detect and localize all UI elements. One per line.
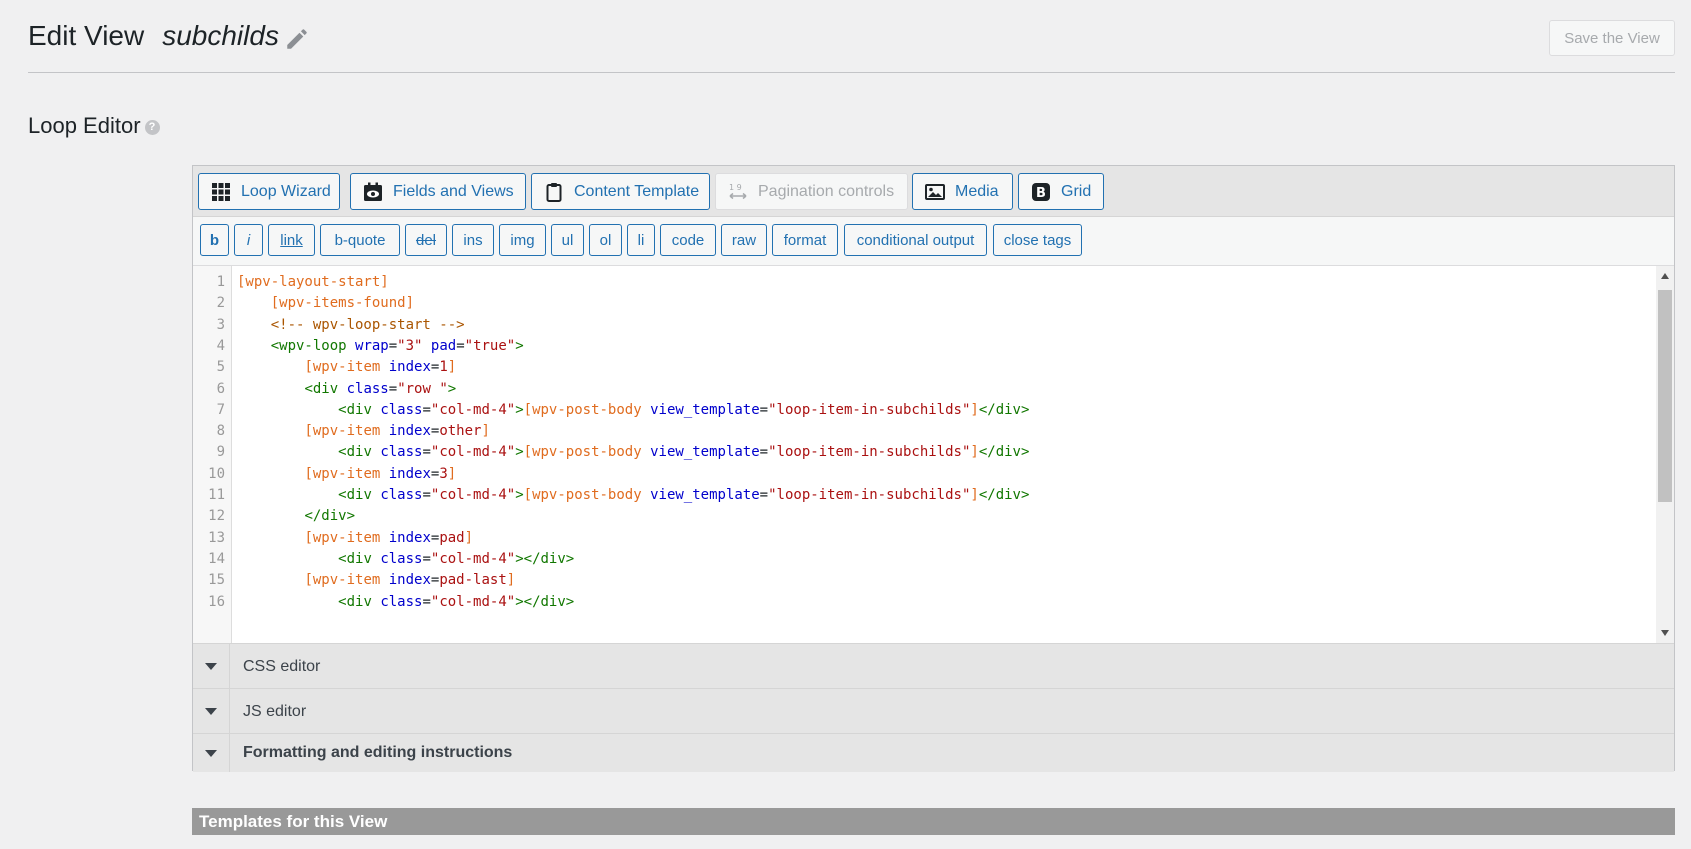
js-editor-caret <box>193 689 230 734</box>
qt-italic-button[interactable]: i <box>234 224 263 256</box>
line-number: 16 <box>208 593 225 610</box>
code-text[interactable]: [wpv-item index=1] <box>237 356 456 379</box>
line-number: 10 <box>208 465 225 482</box>
line-number: 1 <box>216 274 225 290</box>
line-number: 8 <box>216 423 225 440</box>
pencil-icon[interactable] <box>284 26 310 52</box>
line-number: 12 <box>208 508 225 525</box>
loop-wizard-button[interactable]: Loop Wizard <box>198 173 340 210</box>
fields-and-views-label: Fields and Views <box>393 182 514 200</box>
qt-bquote-button[interactable]: b-quote <box>320 224 400 256</box>
line-number: 6 <box>216 380 225 397</box>
qt-del-button[interactable]: del <box>405 224 447 256</box>
code-text[interactable]: <div class="col-md-4">[wpv-post-body vie… <box>237 399 1029 422</box>
header-divider <box>28 72 1675 73</box>
loop-editor-title-text: Loop Editor <box>28 113 141 138</box>
code-text[interactable]: <wpv-loop wrap="3" pad="true"> <box>237 335 524 358</box>
line-number: 5 <box>216 359 225 376</box>
fields-and-views-button[interactable]: Fields and Views <box>350 173 526 210</box>
line-number: 15 <box>208 572 225 589</box>
formatting-instructions-caret <box>193 734 230 772</box>
code-text[interactable]: [wpv-item index=3] <box>237 463 456 486</box>
code-editor[interactable]: 1 [wpv-layout-start] 2 [wpv-items-found] 3 … <box>193 266 1674 643</box>
qt-format-button[interactable]: format <box>772 224 838 256</box>
help-icon[interactable]: ? <box>144 119 160 135</box>
code-text[interactable]: <div class="col-md-4"></div> <box>237 548 574 571</box>
loop-editor-title: Loop Editor? <box>28 112 160 140</box>
line-number: 9 <box>216 444 225 461</box>
qt-li-button[interactable]: li <box>627 224 655 256</box>
qt-link-button[interactable]: link <box>268 224 315 256</box>
editor-scrollbar[interactable] <box>1656 266 1674 643</box>
qt-img-button[interactable]: img <box>499 224 546 256</box>
code-text[interactable]: </div> <box>237 505 355 528</box>
formatting-instructions-label: Formatting and editing instructions <box>243 744 513 761</box>
line-number: 13 <box>208 529 225 546</box>
qt-ins-button[interactable]: ins <box>452 224 494 256</box>
code-text[interactable]: <div class="row "> <box>237 378 456 401</box>
qt-ul-button[interactable]: ul <box>551 224 584 256</box>
content-template-label: Content Template <box>574 182 700 200</box>
caret-down-icon <box>205 663 217 670</box>
svg-text:B: B <box>1036 186 1046 201</box>
css-editor-label: CSS editor <box>243 657 321 675</box>
calendar-eye-icon <box>364 182 382 201</box>
scrollbar-thumb[interactable] <box>1658 290 1672 502</box>
line-number: 11 <box>208 487 225 503</box>
line-number: 2 <box>216 295 225 312</box>
pagination-controls-button[interactable]: 1 9 Pagination controls <box>715 173 908 210</box>
templates-section-header[interactable]: Templates for this View <box>192 808 1675 835</box>
qt-ol-button[interactable]: ol <box>589 224 622 256</box>
image-icon <box>925 183 945 200</box>
qt-close-tags-button[interactable]: close tags <box>993 224 1082 256</box>
qt-code-button[interactable]: code <box>660 224 716 256</box>
page-title-text: Edit View <box>28 20 145 51</box>
css-editor-caret <box>193 644 230 689</box>
media-button[interactable]: Media <box>912 173 1013 210</box>
grid-icon <box>212 182 230 201</box>
qt-raw-button[interactable]: raw <box>721 224 767 256</box>
code-text[interactable]: <div class="col-md-4">[wpv-post-body vie… <box>237 441 1029 464</box>
line-number: 14 <box>208 550 225 567</box>
code-text[interactable]: <!-- wpv-loop-start --> <box>237 314 465 337</box>
code-text[interactable]: [wpv-item index=pad] <box>237 527 473 550</box>
pagination-icon: 1 9 <box>729 183 747 199</box>
scroll-down-arrow-icon[interactable] <box>1660 629 1670 637</box>
code-text[interactable]: <div class="col-md-4"></div> <box>237 591 574 614</box>
js-editor-label: JS editor <box>243 702 307 720</box>
code-text[interactable]: [wpv-item index=pad-last] <box>237 569 515 592</box>
line-number: 3 <box>216 316 225 333</box>
page-header: Edit View subchilds Save the View <box>28 18 1691 58</box>
formatting-instructions-toggle[interactable]: Formatting and editing instructions <box>193 733 1674 772</box>
view-name[interactable]: subchilds <box>162 20 279 51</box>
js-editor-toggle[interactable]: JS editor <box>193 688 1674 734</box>
editor-toolbar: Loop Wizard Fields and Views Content Tem… <box>193 166 1674 217</box>
loop-editor: Loop Wizard Fields and Views Content Tem… <box>192 165 1675 772</box>
pagination-controls-label: Pagination controls <box>758 182 895 200</box>
line-number: 7 <box>216 401 225 418</box>
css-editor-toggle[interactable]: CSS editor <box>193 643 1674 689</box>
code-text[interactable]: [wpv-items-found] <box>237 292 414 315</box>
qt-bold-button[interactable]: b <box>200 224 229 256</box>
code-text[interactable]: [wpv-layout-start] <box>237 271 389 294</box>
caret-down-icon <box>205 749 217 757</box>
code-text[interactable]: [wpv-item index=other] <box>237 420 489 443</box>
page-title: Edit View subchilds <box>28 18 279 54</box>
bootstrap-icon: B <box>1032 182 1050 201</box>
save-view-button[interactable]: Save the View <box>1549 20 1675 56</box>
content-template-button[interactable]: Content Template <box>531 173 710 210</box>
svg-text:1 9: 1 9 <box>729 183 742 192</box>
clipboard-icon <box>546 182 562 202</box>
quicktags-toolbar: b i link b-quote del ins img ul ol li co… <box>193 217 1674 266</box>
caret-down-icon <box>205 708 217 715</box>
grid-button[interactable]: B Grid <box>1018 173 1104 210</box>
loop-wizard-label: Loop Wizard <box>241 182 331 200</box>
qt-conditional-output-button[interactable]: conditional output <box>844 224 987 256</box>
media-label: Media <box>955 182 999 200</box>
grid-label: Grid <box>1061 182 1092 200</box>
code-text[interactable]: <div class="col-md-4">[wpv-post-body vie… <box>237 484 1029 507</box>
scroll-up-arrow-icon[interactable] <box>1660 272 1670 280</box>
line-number: 4 <box>216 337 225 354</box>
